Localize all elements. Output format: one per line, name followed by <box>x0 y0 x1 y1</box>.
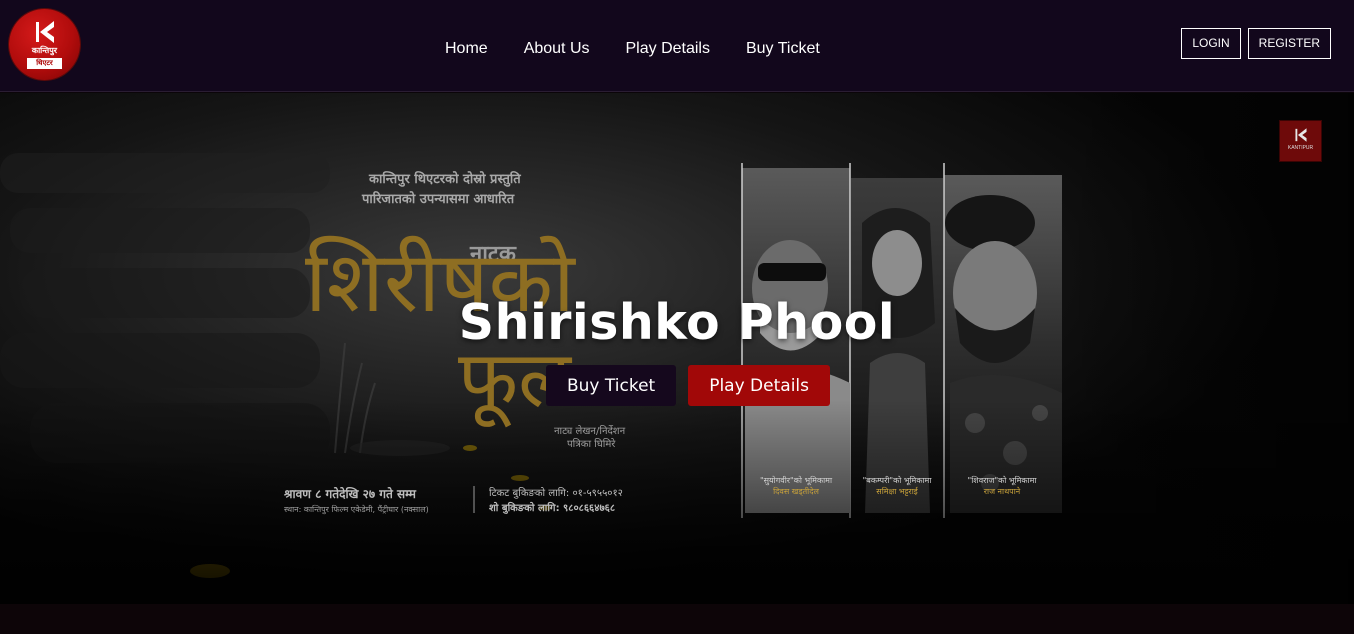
hero-banner: KANTIPUR कान्तिपुर थिएटरको दोस्रो प्रस्त… <box>0 93 1354 604</box>
kantipur-badge: KANTIPUR <box>1279 120 1322 162</box>
cast-caption-3: "शिवराज"को भूमिकामा <box>967 476 1037 485</box>
poster-director-role: नाट्य लेखन/निर्देशन <box>554 426 626 437</box>
logo-subtext: थिएटर <box>27 58 62 69</box>
poster-venue: स्थान: कान्तिपुर फिल्म एकेडेमी, पैंट्रीघ… <box>284 505 429 514</box>
navbar: कान्तिपुर थिएटर Home About Us Play Detai… <box>0 0 1354 92</box>
buy-ticket-button[interactable]: Buy Ticket <box>546 365 677 406</box>
play-details-button[interactable]: Play Details <box>688 365 830 406</box>
poster-line-2: पारिजातको उपन्यासमा आधारित <box>362 192 515 207</box>
register-button[interactable]: REGISTER <box>1247 28 1331 59</box>
badge-text: KANTIPUR <box>1287 145 1314 151</box>
kantipur-k-icon <box>36 21 54 43</box>
cast-caption-1: "सुयोगवीर"को भूमिकामा <box>759 476 833 485</box>
nav-play-details[interactable]: Play Details <box>626 38 710 60</box>
poster-dates: श्रावण ८ गतेदेखि २७ गते सम्म <box>284 487 416 501</box>
kantipur-k-icon <box>1295 128 1307 142</box>
nav-home[interactable]: Home <box>445 38 488 60</box>
hero-title: Shirishko Phool <box>458 294 896 351</box>
hero-actions: Buy Ticket Play Details <box>546 365 830 406</box>
nav-buy-ticket[interactable]: Buy Ticket <box>746 38 820 60</box>
footer-strip <box>0 604 1354 634</box>
auth-buttons: LOGIN REGISTER <box>1181 28 1331 59</box>
logo-text: कान्तिपुर <box>31 46 58 55</box>
login-button[interactable]: LOGIN <box>1181 28 1241 59</box>
site-logo[interactable]: कान्तिपुर थिएटर <box>9 9 80 80</box>
page: कान्तिपुर थिएटर Home About Us Play Detai… <box>0 0 1354 634</box>
cast-name-1: दिवस खड्तीदेल <box>773 487 819 496</box>
cast-name-2: समिक्षा भट्टराई <box>876 487 918 496</box>
cast-name-3: राज नाथपाने <box>983 487 1021 496</box>
cast-caption-2: "बकम्परी"को भूमिकामा <box>862 476 932 485</box>
poster-line-1: कान्तिपुर थिएटरको दोस्रो प्रस्तुति <box>369 172 521 187</box>
poster-director-name: पत्रिका घिमिरे <box>567 439 616 450</box>
poster-ticket-booking: टिकट बुकिङको लागि: ०१-५९५५०१२ <box>489 488 623 499</box>
poster-show-booking: शो बुकिङको लागि: ९८०८६६४७६८ <box>489 503 616 514</box>
main-nav: Home About Us Play Details Buy Ticket <box>445 38 856 60</box>
nav-about-us[interactable]: About Us <box>524 38 590 60</box>
